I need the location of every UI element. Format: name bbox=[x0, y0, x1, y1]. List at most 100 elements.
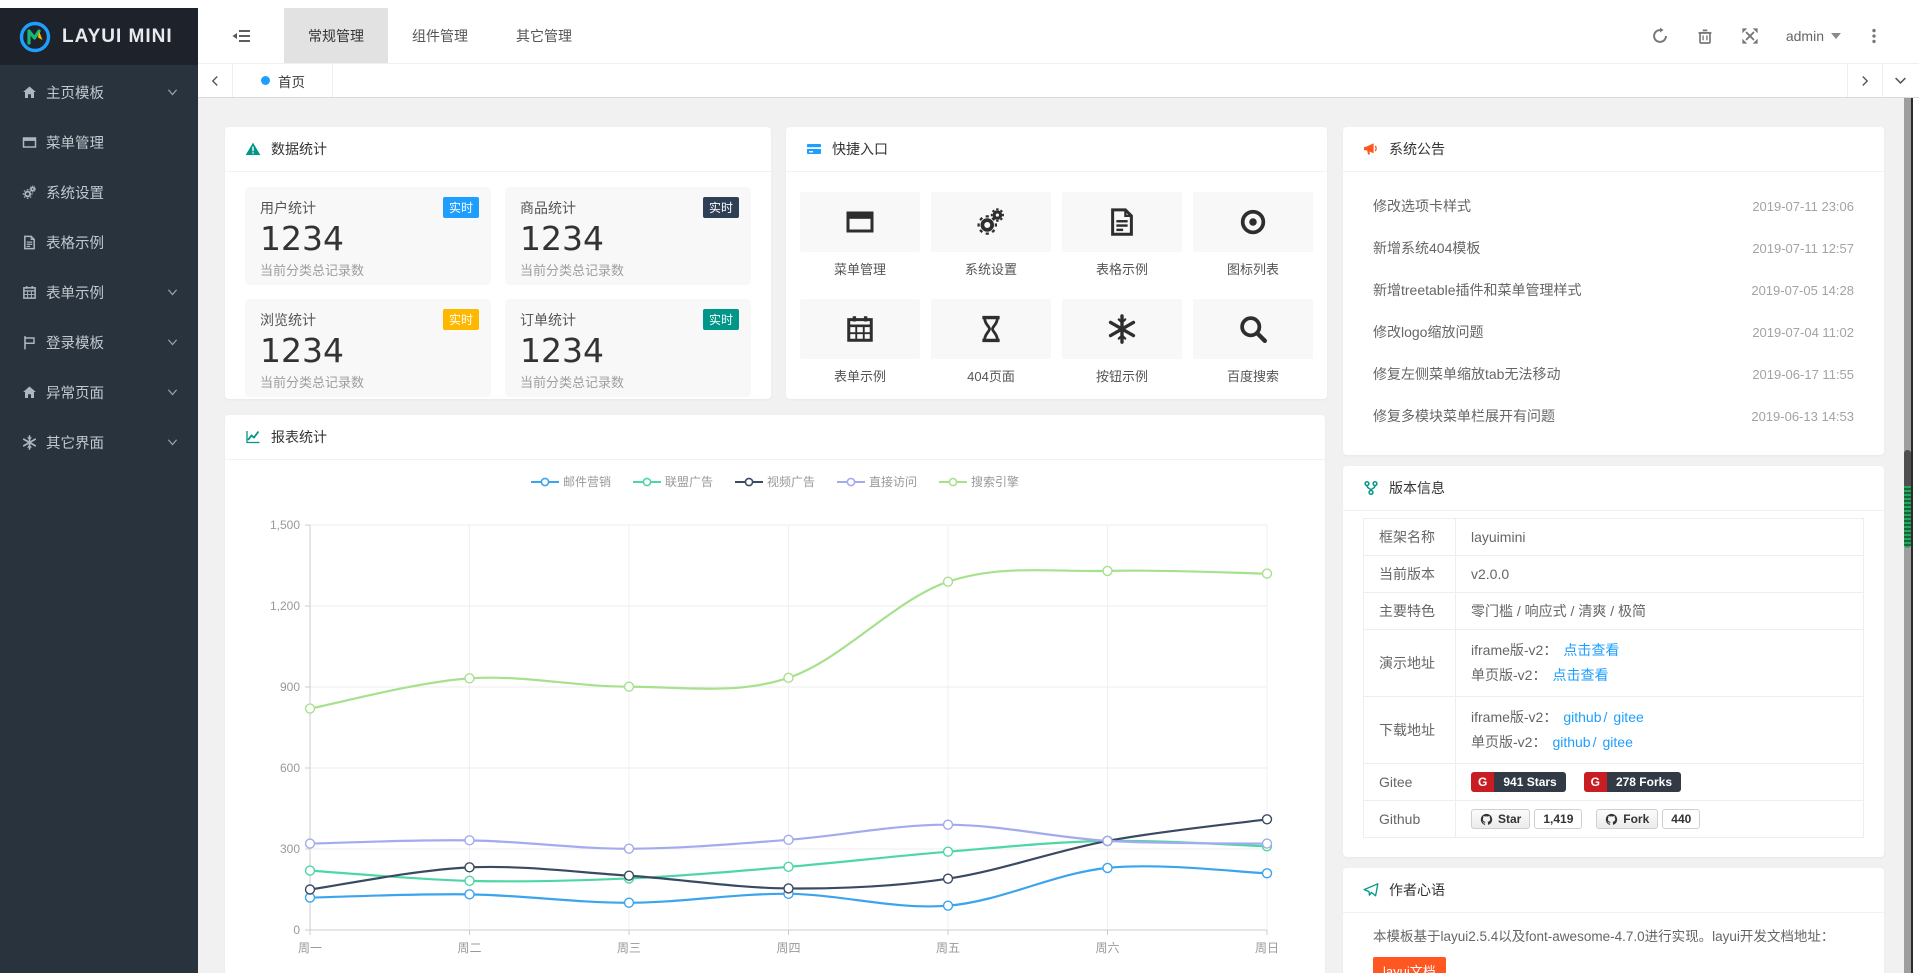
legend-item-video-ads[interactable]: 视频广告 bbox=[735, 473, 815, 490]
collapse-sidebar-button[interactable] bbox=[198, 8, 284, 63]
gitee-stars-badge[interactable]: G941 Stars bbox=[1471, 772, 1566, 792]
demo-link-spa[interactable]: 点击查看 bbox=[1552, 667, 1608, 683]
top-header: 常规管理 组件管理 其它管理 admin bbox=[198, 8, 1919, 64]
quick-entry-404-page[interactable]: 404页面 bbox=[931, 299, 1051, 385]
sidebar-item-form-example[interactable]: 表单示例 bbox=[0, 267, 198, 317]
sidebar-item-label: 其它界面 bbox=[46, 432, 104, 453]
version-card-title: 版本信息 bbox=[1389, 478, 1445, 498]
svg-text:周二: 周二 bbox=[457, 941, 481, 955]
stats-card: 数据统计 用户统计 实时 1234 当前分类总记录数 商品统计 实时 1234 … bbox=[225, 127, 771, 399]
quick-entry-form-example[interactable]: 表单示例 bbox=[800, 299, 920, 385]
notice-item[interactable]: 修改选项卡样式 2019-07-11 23:06 bbox=[1373, 185, 1854, 227]
sidebar-item-table-example[interactable]: 表格示例 bbox=[0, 217, 198, 267]
tabs-operations-button[interactable] bbox=[1882, 64, 1917, 97]
svg-text:1,200: 1,200 bbox=[270, 599, 300, 613]
notice-item[interactable]: 修改logo缩放问题 2019-07-04 11:02 bbox=[1373, 311, 1854, 353]
sidebar-item-menu-management[interactable]: 菜单管理 bbox=[0, 117, 198, 167]
git-branch-icon bbox=[1363, 480, 1379, 496]
sidebar-item-label: 菜单管理 bbox=[46, 132, 104, 153]
legend-item-direct[interactable]: 直接访问 bbox=[837, 473, 917, 490]
logo[interactable]: LAYUI MINI bbox=[0, 8, 198, 65]
sidebar-item-label: 登录模板 bbox=[46, 332, 104, 353]
screen: LAYUI MINI 主页模板 菜单管理 系统设置 表格示例 表单 bbox=[0, 0, 1919, 973]
sidebar-item-label: 异常页面 bbox=[46, 382, 104, 403]
download-link-gitee[interactable]: gitee bbox=[1613, 709, 1643, 725]
demo-link-iframe[interactable]: 点击查看 bbox=[1563, 642, 1619, 658]
github-fork-button[interactable]: Fork 440 bbox=[1596, 809, 1700, 829]
current-version-value: v2.0.0 bbox=[1456, 556, 1864, 593]
tabs-scroll-right-button[interactable] bbox=[1847, 64, 1882, 97]
calendar-icon bbox=[22, 285, 37, 300]
legend-item-search-engine[interactable]: 搜索引擎 bbox=[939, 473, 1019, 490]
quick-entry-table-example[interactable]: 表格示例 bbox=[1062, 192, 1182, 278]
quick-entry-button-example[interactable]: 按钮示例 bbox=[1062, 299, 1182, 385]
sidebar-item-login-template[interactable]: 登录模板 bbox=[0, 317, 198, 367]
tab-general-management[interactable]: 常规管理 bbox=[284, 8, 388, 63]
sidebar-item-home-template[interactable]: 主页模板 bbox=[0, 67, 198, 117]
realtime-badge: 实时 bbox=[703, 197, 739, 218]
tab-component-management[interactable]: 组件管理 bbox=[388, 8, 492, 63]
svg-text:周五: 周五 bbox=[936, 941, 960, 955]
quick-entry-menu-management[interactable]: 菜单管理 bbox=[800, 192, 920, 278]
tab-home[interactable]: 首页 bbox=[234, 64, 333, 97]
layui-logo-icon bbox=[18, 20, 52, 54]
fullscreen-icon[interactable] bbox=[1741, 27, 1759, 45]
notice-item[interactable]: 修复左侧菜单缩放tab无法移动 2019-06-17 11:55 bbox=[1373, 353, 1854, 395]
gitee-forks-badge[interactable]: G278 Forks bbox=[1584, 772, 1681, 792]
legend-marker-icon bbox=[939, 477, 967, 487]
file-icon bbox=[1107, 207, 1137, 237]
notice-item[interactable]: 新增系统404模板 2019-07-11 12:57 bbox=[1373, 227, 1854, 269]
report-card-title: 报表统计 bbox=[271, 427, 327, 447]
stat-caption: 当前分类总记录数 bbox=[520, 372, 736, 391]
trash-icon[interactable] bbox=[1696, 27, 1714, 45]
legend-marker-icon bbox=[735, 477, 763, 487]
sidebar-item-error-pages[interactable]: 异常页面 bbox=[0, 367, 198, 417]
legend-item-email[interactable]: 邮件营销 bbox=[531, 473, 611, 490]
quick-entry-icon-list[interactable]: 图标列表 bbox=[1193, 192, 1313, 278]
github-star-button[interactable]: Star 1,419 bbox=[1471, 809, 1582, 829]
stat-value: 1234 bbox=[520, 331, 736, 370]
stats-grid: 用户统计 实时 1234 当前分类总记录数 商品统计 实时 1234 当前分类总… bbox=[225, 172, 771, 399]
panel-icon bbox=[806, 141, 822, 157]
refresh-icon[interactable] bbox=[1651, 27, 1669, 45]
chevron-down-icon bbox=[167, 87, 178, 98]
line-chart-icon bbox=[245, 429, 261, 445]
features-value: 零门槛 / 响应式 / 清爽 / 极简 bbox=[1456, 593, 1864, 630]
user-menu[interactable]: admin bbox=[1786, 28, 1841, 44]
sidebar-item-system-settings[interactable]: 系统设置 bbox=[0, 167, 198, 217]
download-link-github[interactable]: github bbox=[1552, 734, 1590, 750]
stat-box-users[interactable]: 用户统计 实时 1234 当前分类总记录数 bbox=[245, 187, 491, 285]
scrollbar-thumb[interactable] bbox=[1904, 450, 1911, 548]
scrollbar-track[interactable] bbox=[1904, 98, 1911, 973]
tab-bar-controls bbox=[1847, 64, 1917, 97]
hourglass-icon bbox=[976, 314, 1006, 344]
author-body: 本模板基于layui2.5.4以及font-awesome-4.7.0进行实现。… bbox=[1343, 913, 1884, 973]
active-tab-dot bbox=[261, 76, 270, 85]
stat-box-orders[interactable]: 订单统计 实时 1234 当前分类总记录数 bbox=[505, 299, 751, 397]
chevron-down-icon bbox=[167, 387, 178, 398]
legend-item-union-ads[interactable]: 联盟广告 bbox=[633, 473, 713, 490]
tab-other-management[interactable]: 其它管理 bbox=[492, 8, 596, 63]
table-row: 主要特色 零门槛 / 响应式 / 清爽 / 极简 bbox=[1364, 593, 1864, 630]
quick-entry-system-settings[interactable]: 系统设置 bbox=[931, 192, 1051, 278]
github-star-count: 1,419 bbox=[1534, 809, 1582, 829]
download-link-gitee[interactable]: gitee bbox=[1603, 734, 1633, 750]
quick-entry-baidu-search[interactable]: 百度搜索 bbox=[1193, 299, 1313, 385]
svg-text:周四: 周四 bbox=[776, 941, 800, 955]
stat-box-views[interactable]: 浏览统计 实时 1234 当前分类总记录数 bbox=[245, 299, 491, 397]
tabs-scroll-left-button[interactable] bbox=[198, 64, 233, 97]
notice-item[interactable]: 修复多模块菜单栏展开有问题 2019-06-13 14:53 bbox=[1373, 395, 1854, 437]
notice-item[interactable]: 新增treetable插件和菜单管理样式 2019-07-05 14:28 bbox=[1373, 269, 1854, 311]
dot-circle-icon bbox=[1238, 207, 1268, 237]
layui-doc-button[interactable]: layui文档 bbox=[1373, 957, 1446, 973]
home-icon bbox=[22, 385, 37, 400]
download-links-cell: iframe版-v2：github/gitee 单页版-v2：github/gi… bbox=[1456, 697, 1864, 764]
stat-box-goods[interactable]: 商品统计 实时 1234 当前分类总记录数 bbox=[505, 187, 751, 285]
more-options-icon[interactable] bbox=[1865, 27, 1883, 45]
sidebar-item-other-ui[interactable]: 其它界面 bbox=[0, 417, 198, 467]
quick-card-title: 快捷入口 bbox=[832, 139, 888, 159]
main-content: 数据统计 用户统计 实时 1234 当前分类总记录数 商品统计 实时 1234 … bbox=[198, 98, 1919, 973]
notice-list: 修改选项卡样式 2019-07-11 23:06 新增系统404模板 2019-… bbox=[1343, 172, 1884, 437]
download-link-github[interactable]: github bbox=[1563, 709, 1601, 725]
chevron-down-icon bbox=[167, 287, 178, 298]
